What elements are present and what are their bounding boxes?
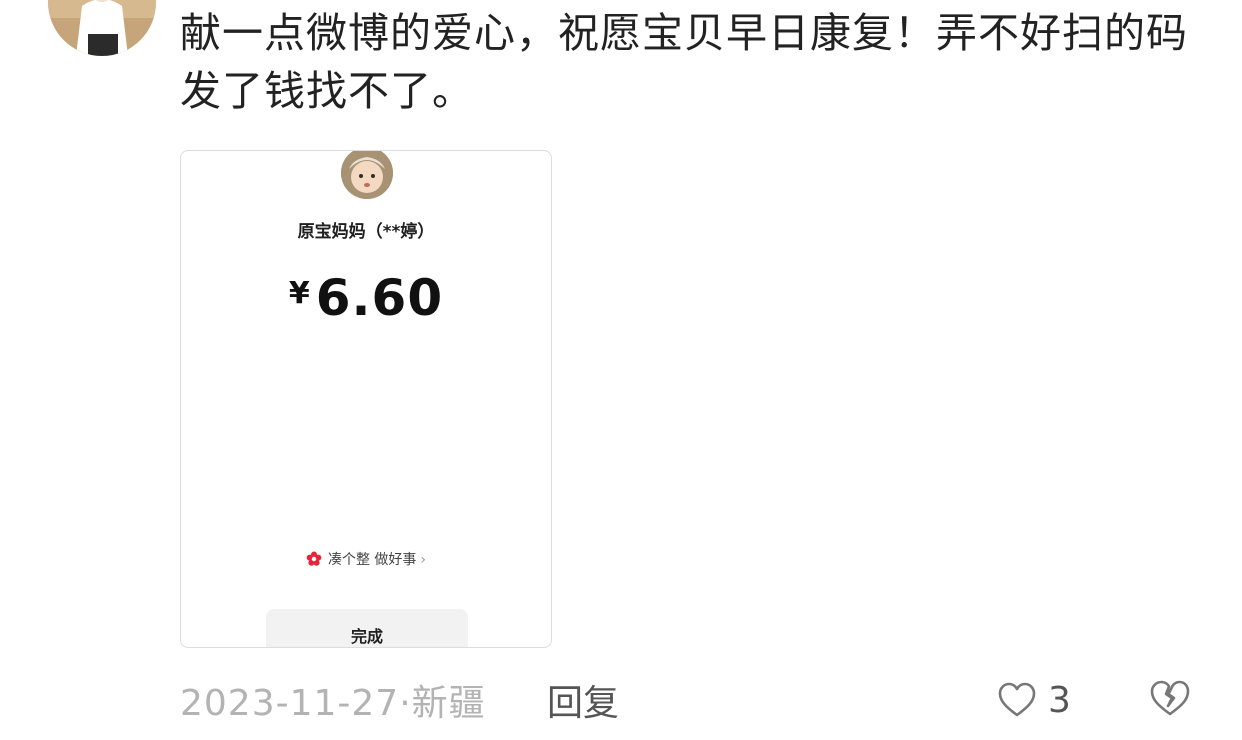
meta-separator: · bbox=[399, 683, 412, 724]
round-up-label: 凑个整 做好事 bbox=[327, 552, 417, 568]
broken-heart-icon bbox=[1150, 680, 1190, 716]
comment-text: 献一点微博的爱心，祝愿宝贝早日康复！弄不好扫的码发了钱找不了。 bbox=[180, 9, 1188, 115]
amount-value: 6.60 bbox=[315, 269, 444, 327]
dislike-button[interactable] bbox=[1148, 676, 1192, 720]
like-button[interactable]: 3 bbox=[996, 676, 1071, 724]
payment-amount: ¥6.60 bbox=[181, 269, 551, 327]
currency-symbol: ¥ bbox=[288, 276, 310, 311]
attached-image[interactable]: 原宝妈妈（**婷） ¥6.60 凑个整 做好事 › 完成 bbox=[180, 150, 552, 648]
commenter-avatar[interactable] bbox=[48, 0, 156, 56]
reply-button[interactable]: 回复 bbox=[547, 674, 619, 726]
red-flower-icon bbox=[306, 551, 322, 566]
done-button[interactable]: 完成 bbox=[266, 609, 468, 647]
comment-screen: 献一点微博的爱心，祝愿宝贝早日康复！弄不好扫的码发了钱找不了。 原宝妈妈（**婷… bbox=[0, 0, 1242, 740]
chevron-right-icon: › bbox=[420, 552, 427, 568]
comment-location: 新疆 bbox=[411, 683, 486, 724]
comment-meta: 2023-11-27·新疆 bbox=[180, 674, 486, 726]
heart-outline-icon bbox=[998, 682, 1036, 717]
comment-date: 2023-11-27 bbox=[180, 683, 400, 724]
payee-name: 原宝妈妈（**婷） bbox=[297, 222, 435, 242]
payee-avatar bbox=[341, 151, 393, 199]
like-count: 3 bbox=[1048, 679, 1071, 721]
baby-photo-icon bbox=[341, 151, 393, 199]
avatar-photo-icon bbox=[48, 0, 156, 56]
round-up-link[interactable]: 凑个整 做好事 › bbox=[181, 549, 551, 569]
